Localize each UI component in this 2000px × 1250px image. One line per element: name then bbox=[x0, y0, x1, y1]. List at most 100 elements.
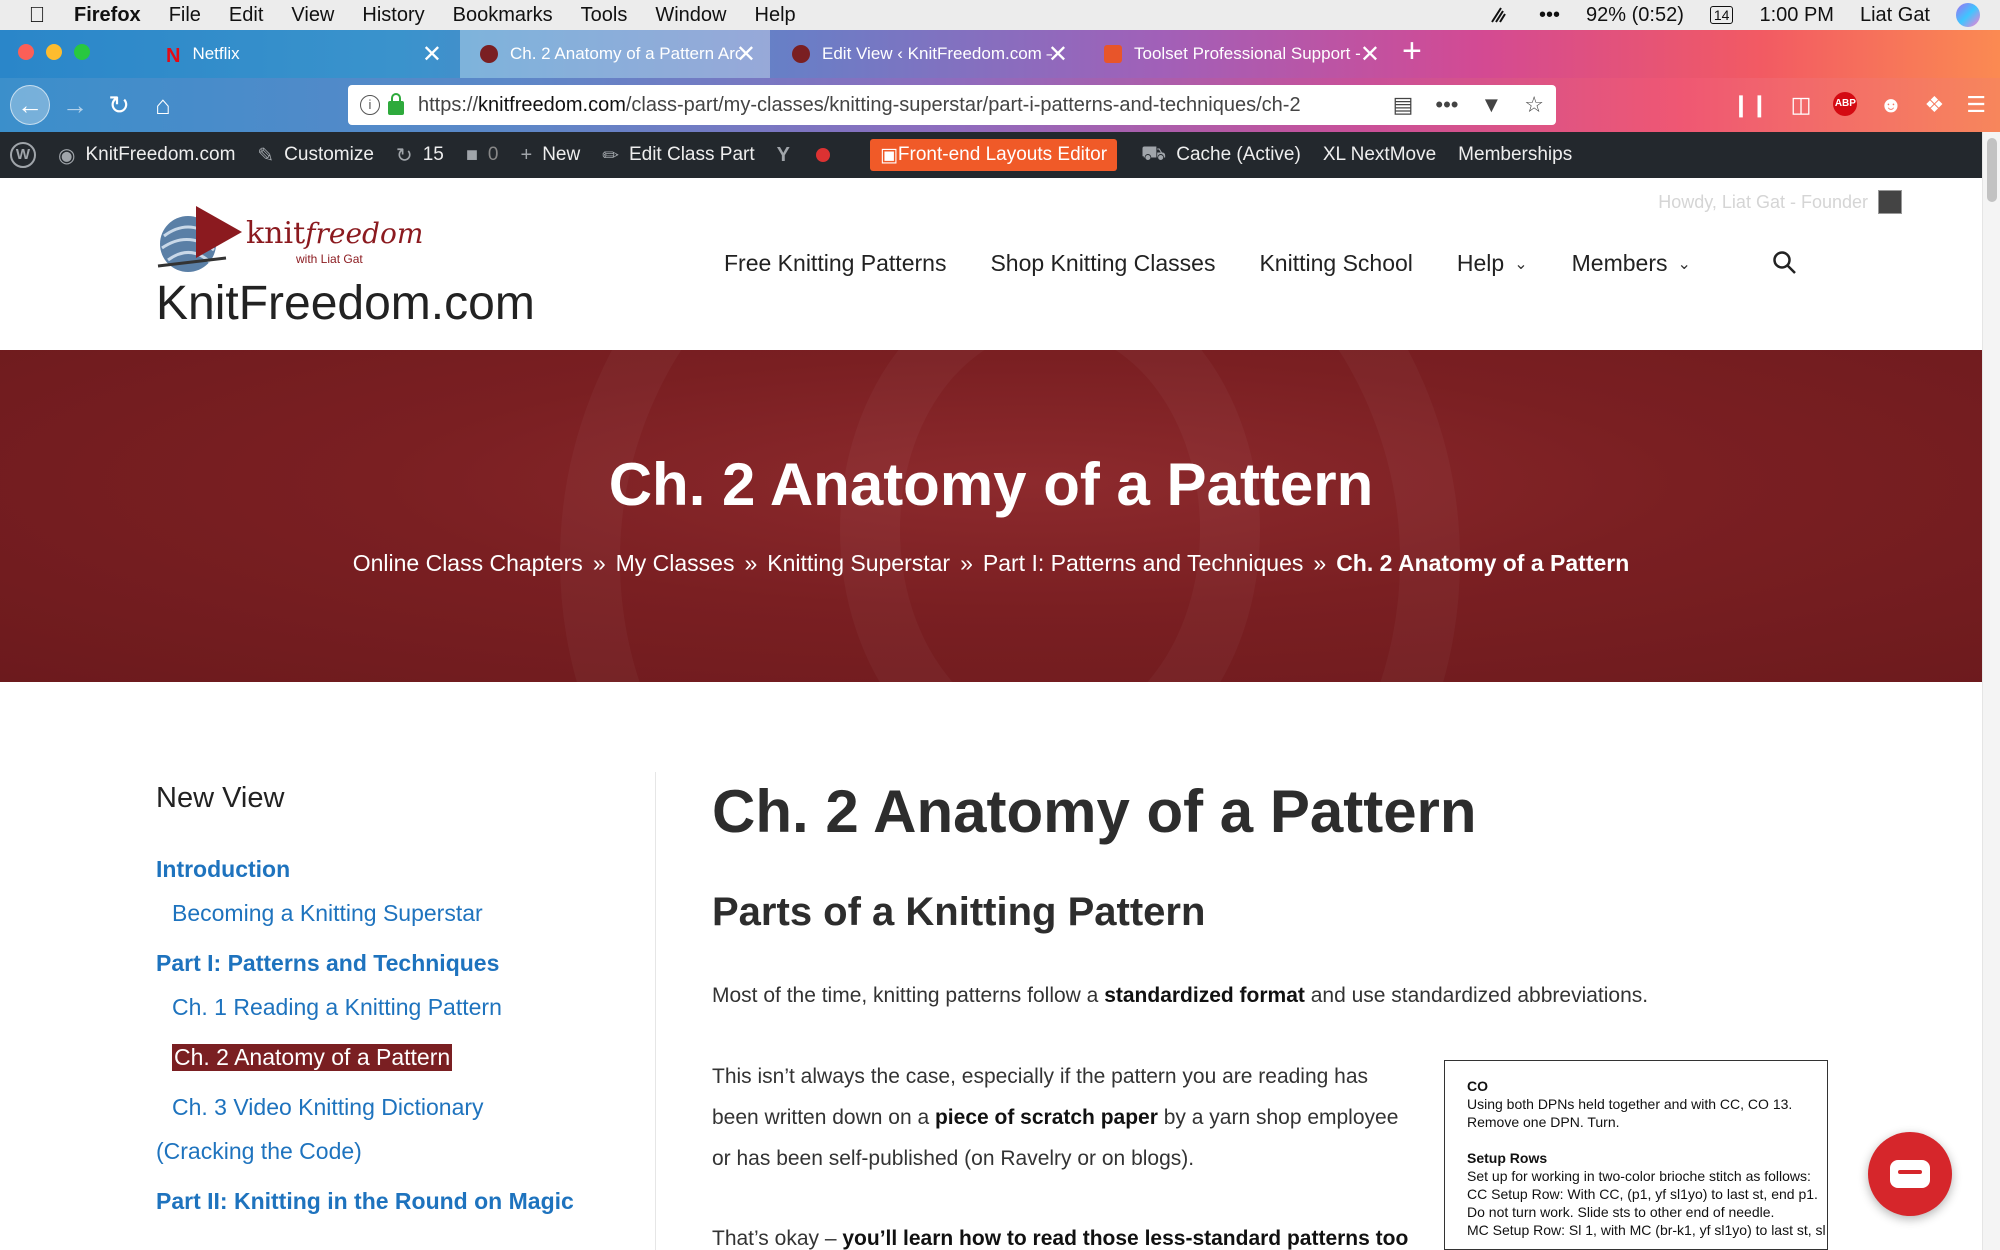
admin-edit-label: Edit Class Part bbox=[628, 144, 755, 165]
close-tab-icon[interactable]: ✕ bbox=[1360, 40, 1380, 69]
breadcrumb-online-class-chapters[interactable]: Online Class Chapters bbox=[353, 550, 583, 576]
close-window-icon[interactable] bbox=[18, 44, 34, 60]
admin-customize-link[interactable]: ✎ Customize bbox=[257, 143, 374, 168]
menu-help[interactable]: Help bbox=[755, 4, 796, 27]
breadcrumb-my-classes[interactable]: My Classes bbox=[616, 550, 735, 576]
admin-edit-link[interactable]: ✏ Edit Class Part bbox=[602, 143, 754, 168]
url-prefix: https:// bbox=[418, 93, 479, 116]
sidebar-item-ch3-continued[interactable]: (Cracking the Code) bbox=[156, 1138, 362, 1165]
tab-strip: N Netflix ✕ Ch. 2 Anatomy of a Pattern A… bbox=[0, 30, 2000, 78]
tab-edit-view[interactable]: Edit View ‹ KnitFreedom.com — ✕ bbox=[772, 30, 1082, 78]
logo-wordmark: knitfreedom bbox=[246, 216, 423, 251]
sidebar-item-part-ii[interactable]: Part II: Knitting in the Round on Magic bbox=[156, 1188, 574, 1215]
site-title[interactable]: KnitFreedom.com bbox=[156, 276, 535, 331]
menu-file[interactable]: File bbox=[169, 4, 201, 27]
breadcrumb-separator: » bbox=[960, 550, 973, 576]
menu-tools[interactable]: Tools bbox=[581, 4, 628, 27]
hamburger-menu-icon[interactable]: ☰ bbox=[1966, 92, 1986, 118]
url-domain: knitfreedom.com bbox=[478, 93, 626, 116]
minimize-window-icon[interactable] bbox=[46, 44, 62, 60]
menu-history[interactable]: History bbox=[362, 4, 424, 27]
logo-text: knit bbox=[246, 216, 306, 251]
page-scrollbar[interactable] bbox=[1982, 132, 2000, 1250]
bookmark-star-icon[interactable]: ☆ bbox=[1524, 92, 1544, 118]
apple-menu-icon[interactable]:  bbox=[18, 2, 56, 28]
calendar-icon[interactable]: 14 bbox=[1709, 6, 1734, 24]
text-line: or has been self-published (on Ravelry o… bbox=[712, 1147, 1195, 1170]
close-tab-icon[interactable]: ✕ bbox=[1048, 40, 1068, 69]
tab-toolset-support[interactable]: Toolset Professional Support - ✕ bbox=[1084, 30, 1394, 78]
nav-free-knitting-patterns[interactable]: Free Knitting Patterns bbox=[724, 250, 946, 277]
admin-cache-link[interactable]: ⛟ Cache (Active) bbox=[1141, 143, 1301, 168]
reader-view-icon[interactable]: ▤ bbox=[1393, 92, 1414, 118]
extension-icon[interactable]: ❖ bbox=[1925, 92, 1945, 118]
adblock-plus-icon[interactable]: ABP bbox=[1833, 92, 1858, 116]
nav-knitting-school[interactable]: Knitting School bbox=[1259, 250, 1412, 277]
menu-edit[interactable]: Edit bbox=[229, 4, 263, 27]
menu-view[interactable]: View bbox=[291, 4, 334, 27]
admin-nextmove-link[interactable]: XL NextMove bbox=[1323, 144, 1436, 166]
nav-shop-knitting-classes[interactable]: Shop Knitting Classes bbox=[990, 250, 1215, 277]
evernote-icon[interactable]: ☻ bbox=[1879, 92, 1902, 118]
library-icon[interactable]: ❙❙ bbox=[1732, 92, 1769, 118]
seo-status-dot[interactable] bbox=[815, 148, 830, 162]
site-logo[interactable]: knitfreedom with Liat Gat bbox=[156, 200, 423, 274]
wordpress-icon[interactable]: W bbox=[10, 142, 36, 168]
sidebar-item-becoming-superstar[interactable]: Becoming a Knitting Superstar bbox=[172, 900, 483, 927]
main-navigation: Free Knitting Patterns Shop Knitting Cla… bbox=[724, 250, 1691, 277]
tab-netflix[interactable]: N Netflix ✕ bbox=[146, 30, 456, 78]
chat-widget-button[interactable] bbox=[1868, 1132, 1952, 1216]
secure-lock-icon[interactable] bbox=[388, 93, 404, 115]
sidebar-item-introduction[interactable]: Introduction bbox=[156, 856, 290, 883]
admin-updates-link[interactable]: ↻ 15 bbox=[396, 143, 444, 168]
admin-site-link[interactable]: ◉ KnitFreedom.com bbox=[58, 143, 235, 168]
text: by a yarn shop employee bbox=[1157, 1106, 1399, 1129]
scrollbar-thumb[interactable] bbox=[1987, 138, 1997, 202]
reload-button[interactable]: ↻ bbox=[102, 88, 136, 122]
admin-comments-link[interactable]: ■ 0 bbox=[466, 144, 499, 167]
siri-icon[interactable] bbox=[1956, 3, 1980, 27]
front-end-layouts-editor-button[interactable]: ▣ Front-end Layouts Editor bbox=[869, 139, 1118, 171]
zoom-window-icon[interactable] bbox=[74, 44, 90, 60]
tab-title: Netflix bbox=[192, 44, 240, 63]
page-actions-icon[interactable]: ••• bbox=[1435, 92, 1458, 118]
clock[interactable]: 1:00 PM bbox=[1759, 4, 1833, 27]
cache-icon: ⛟ bbox=[1141, 142, 1167, 165]
pocket-icon[interactable]: ▼ bbox=[1480, 92, 1502, 118]
url-text[interactable]: https://knitfreedom.com/class-part/my-cl… bbox=[418, 94, 1378, 117]
menu-app-name[interactable]: Firefox bbox=[74, 4, 141, 27]
battery-status[interactable]: 92% (0:52) bbox=[1586, 4, 1684, 27]
navigation-toolbar: ← → ↻ ⌂ i https://knitfreedom.com/class-… bbox=[0, 78, 2000, 132]
howdy-user[interactable]: Howdy, Liat Gat - Founder bbox=[1658, 190, 1902, 214]
sidebar-item-ch3[interactable]: Ch. 3 Video Knitting Dictionary bbox=[172, 1094, 484, 1121]
nav-members[interactable]: Members ⌄ bbox=[1572, 250, 1691, 277]
back-button[interactable]: ← bbox=[10, 85, 50, 125]
new-tab-button[interactable]: + bbox=[1402, 32, 1422, 71]
sidebar-icon[interactable]: ◫ bbox=[1791, 92, 1812, 118]
user-name[interactable]: Liat Gat bbox=[1860, 4, 1930, 27]
sidebar-item-ch1[interactable]: Ch. 1 Reading a Knitting Pattern bbox=[172, 994, 502, 1021]
close-tab-icon[interactable]: ✕ bbox=[422, 40, 442, 69]
site-info-icon[interactable]: i bbox=[360, 95, 380, 115]
netflix-icon: N bbox=[166, 45, 181, 67]
breadcrumb-part-i[interactable]: Part I: Patterns and Techniques bbox=[983, 550, 1304, 576]
search-icon[interactable] bbox=[1772, 250, 1798, 276]
url-bar[interactable]: i https://knitfreedom.com/class-part/my-… bbox=[348, 85, 1556, 125]
text: been written down on a bbox=[712, 1106, 935, 1129]
url-path: /class-part/my-classes/knitting-supersta… bbox=[625, 93, 1301, 116]
admin-memberships-link[interactable]: Memberships bbox=[1458, 144, 1572, 166]
sidebar-item-ch2-current[interactable]: Ch. 2 Anatomy of a Pattern bbox=[172, 1044, 453, 1071]
forward-button[interactable]: → bbox=[58, 88, 92, 122]
admin-new-link[interactable]: + New bbox=[521, 144, 581, 167]
nav-help[interactable]: Help ⌄ bbox=[1457, 250, 1528, 277]
home-button[interactable]: ⌂ bbox=[146, 88, 180, 122]
close-tab-icon[interactable]: ✕ bbox=[736, 40, 756, 69]
breadcrumb-knitting-superstar[interactable]: Knitting Superstar bbox=[767, 550, 950, 576]
more-icon[interactable]: ••• bbox=[1539, 4, 1560, 27]
airplay-icon[interactable] bbox=[1489, 4, 1513, 26]
sidebar-item-part-i[interactable]: Part I: Patterns and Techniques bbox=[156, 950, 499, 977]
menu-window[interactable]: Window bbox=[655, 4, 726, 27]
tab-anatomy-of-pattern[interactable]: Ch. 2 Anatomy of a Pattern Arc ✕ bbox=[460, 30, 770, 78]
yoast-seo-link[interactable]: Y bbox=[777, 144, 800, 167]
menu-bookmarks[interactable]: Bookmarks bbox=[453, 4, 553, 27]
